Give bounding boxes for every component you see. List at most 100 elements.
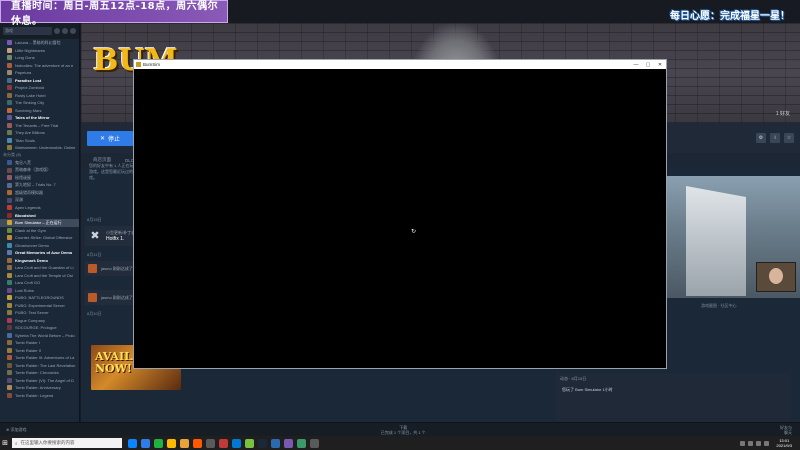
sidebar-game-label: Project Zomboid (15, 85, 45, 91)
taskbar-app-icon[interactable] (310, 438, 319, 448)
sidebar-game-item[interactable]: 深渊 (0, 197, 79, 205)
schedule-text: 直播时间：周日-周五12点-18点，周六偶尔休息。 (11, 0, 219, 27)
taskbar-app-icon[interactable] (154, 438, 163, 448)
chevron-up-icon[interactable] (740, 440, 746, 446)
sidebar-game-label: The Tenants – Free Trial (15, 122, 59, 128)
sidebar-game-item[interactable]: Tomb Raider: The Last Revelation (0, 362, 79, 370)
sidebar-game-item[interactable]: Ghostrunner Demo (0, 242, 79, 250)
sidebar-game-item[interactable]: Kingsmark Demo (0, 257, 79, 265)
sidebar-game-item[interactable]: Nobodies: The adventure of an e (0, 62, 79, 70)
sidebar-game-item[interactable]: Rogue Company (0, 317, 79, 325)
sidebar-game-item[interactable]: Tomb Raider (VI): The Angel of D (0, 377, 79, 385)
system-tray: 13:01 2021/9/3 (740, 438, 800, 448)
clock-icon[interactable] (54, 28, 60, 34)
game-window[interactable]: BumSim — ▢ ✕ ↻ (133, 59, 667, 369)
sidebar-game-item[interactable]: Little Nightmares (0, 47, 79, 55)
stop-button[interactable]: ✕ 停止 (87, 130, 133, 146)
sidebar-game-item[interactable]: PUBG: Experimental Server (0, 302, 79, 310)
stream-schedule-banner: 直播时间：周日-周五12点-18点，周六偶尔休息。 (0, 0, 228, 27)
sidebar-game-item[interactable]: PUBG: Test Server (0, 309, 79, 317)
volume-icon[interactable] (756, 440, 762, 446)
close-button[interactable]: ✕ (654, 62, 666, 68)
windows-start-icon[interactable]: ⊞ (0, 436, 10, 450)
sidebar-game-label: Apex Legends (15, 205, 41, 211)
taskbar-app-icon[interactable] (271, 438, 280, 448)
taskbar-app-icon[interactable] (180, 438, 189, 448)
taskbar-app-icon[interactable] (219, 438, 228, 448)
star-icon[interactable]: ☆ (784, 133, 794, 143)
sidebar-game-item[interactable]: Tomb Raider I (0, 339, 79, 347)
taskbar-clock[interactable]: 13:01 2021/9/3 (776, 438, 792, 448)
sidebar-game-item[interactable]: 秘馆谜屋 (0, 174, 79, 182)
add-game-button[interactable]: ⊕ 添加游戏 (0, 427, 26, 433)
sidebar-game-item[interactable]: Tomb Raider: Legend (0, 392, 79, 400)
activity-row[interactable]: 您玩了 Bum Simulator 1小时 (556, 385, 790, 395)
taskbar-app-icon[interactable] (284, 438, 293, 448)
info-icon[interactable]: i (770, 133, 780, 143)
sidebar-game-item[interactable]: Project Zomboid (0, 84, 79, 92)
sidebar-game-item[interactable]: Papetura (0, 69, 79, 77)
building-image (686, 186, 746, 296)
sidebar-game-item[interactable]: The Tenants – Free Trial (0, 122, 79, 130)
minimize-button[interactable]: — (630, 62, 642, 68)
sidebar-game-item[interactable]: SOCOURGE: Prologue (0, 324, 79, 332)
screenshot-panel[interactable] (666, 176, 800, 298)
sidebar-game-item[interactable]: Warhammer: Underworlds: Online (0, 144, 79, 152)
taskbar-app-icon[interactable] (141, 438, 150, 448)
sidebar-game-item[interactable]: Syberia The World Before – Prolo (0, 332, 79, 340)
sidebar-search-input[interactable]: 游戏 (3, 27, 52, 35)
sidebar-game-item[interactable]: Tomb Raider II (0, 347, 79, 355)
app-icon (136, 62, 141, 67)
sidebar-game-item[interactable]: 超级猎奇模拟器 (0, 189, 79, 197)
sidebar-game-item[interactable]: 鬼谷八荒 (0, 159, 79, 167)
sidebar-game-item[interactable]: They Are Billions (0, 129, 79, 137)
sidebar-game-item[interactable]: Tomb Raider: Chronicles (0, 369, 79, 377)
taskbar-app-icon[interactable] (128, 438, 137, 448)
taskbar-app-icon[interactable] (297, 438, 306, 448)
taskbar-app-icon[interactable] (206, 438, 215, 448)
sidebar-game-item[interactable]: Bloodshed (0, 212, 79, 220)
game-icon (7, 92, 12, 98)
sidebar-game-item[interactable]: Apex Legends (0, 204, 79, 212)
sidebar-game-item[interactable]: Surviving Mars (0, 107, 79, 115)
sidebar-game-item[interactable]: Long Gone (0, 54, 79, 62)
sidebar-game-item[interactable]: PUBG: BATTLEGROUNDS (0, 294, 79, 302)
sidebar-game-item[interactable]: Great Memories of Azur Demo (0, 249, 79, 257)
taskbar-app-icon[interactable] (258, 438, 267, 448)
taskbar-app-icon[interactable] (167, 438, 176, 448)
sidebar-game-item[interactable]: Tomb Raider III: Adventures of La (0, 354, 79, 362)
sidebar-game-item[interactable]: Bum Simulator – 正在运行 (0, 219, 79, 227)
sidebar-game-label: Tales of the Mirror (15, 115, 50, 121)
taskbar-app-icon[interactable] (232, 438, 241, 448)
sidebar-game-label: Rusty Lake Hotel (15, 92, 46, 98)
taskbar-app-icon[interactable] (245, 438, 254, 448)
taskbar-search-box[interactable]: ⌕ 在这里输入你要搜索的内容 (12, 438, 122, 448)
network-icon[interactable] (748, 440, 754, 446)
sidebar-game-item[interactable]: Lara Croft and the Guardian of Li (0, 264, 79, 272)
sidebar-game-item[interactable]: 第九地狱 – Trials No. 7 (0, 182, 79, 190)
friends-playing-count[interactable]: 1 好友 (776, 110, 790, 117)
sidebar-game-item[interactable]: Tales of the Mirror (0, 114, 79, 122)
downloads-status[interactable]: 下载 已完成 1 个项目，共 1 个 (381, 425, 426, 435)
sidebar-game-item[interactable]: Clash at the Gym (0, 227, 79, 235)
sidebar-game-item[interactable]: The Sinking City (0, 99, 79, 107)
sidebar-game-item[interactable]: Lara Croft GO (0, 279, 79, 287)
taskbar-app-icon[interactable] (193, 438, 202, 448)
sidebar-game-item[interactable]: Tomb Raider: Anniversary (0, 384, 79, 392)
friends-chat-button[interactable]: 好友与 聊天 (780, 425, 800, 435)
sidebar-game-item[interactable]: Titan Souls (0, 137, 79, 145)
sidebar-section-header[interactable]: 未分类 (8) (0, 152, 79, 160)
sidebar-game-item[interactable]: Lara Croft and the Temple of Osi (0, 272, 79, 280)
sidebar-game-item[interactable]: Lost Ruins (0, 287, 79, 295)
sidebar-game-item[interactable]: Paradise Lost (0, 77, 79, 85)
game-window-titlebar[interactable]: BumSim — ▢ ✕ (134, 60, 666, 69)
sidebar-game-item[interactable]: 黑暗森林（游戏版） (0, 167, 79, 175)
sidebar-game-item[interactable]: Rusty Lake Hotel (0, 92, 79, 100)
sidebar-game-item[interactable]: Lacuna – 黑暗的科幻冒险 (0, 39, 79, 47)
gear-icon[interactable]: ⚙ (756, 133, 766, 143)
play-icon[interactable] (62, 28, 68, 34)
filter-icon[interactable] (70, 28, 76, 34)
maximize-button[interactable]: ▢ (642, 62, 654, 68)
sidebar-game-item[interactable]: Counter-Strike: Global Offensive (0, 234, 79, 242)
ime-icon[interactable] (764, 440, 770, 446)
